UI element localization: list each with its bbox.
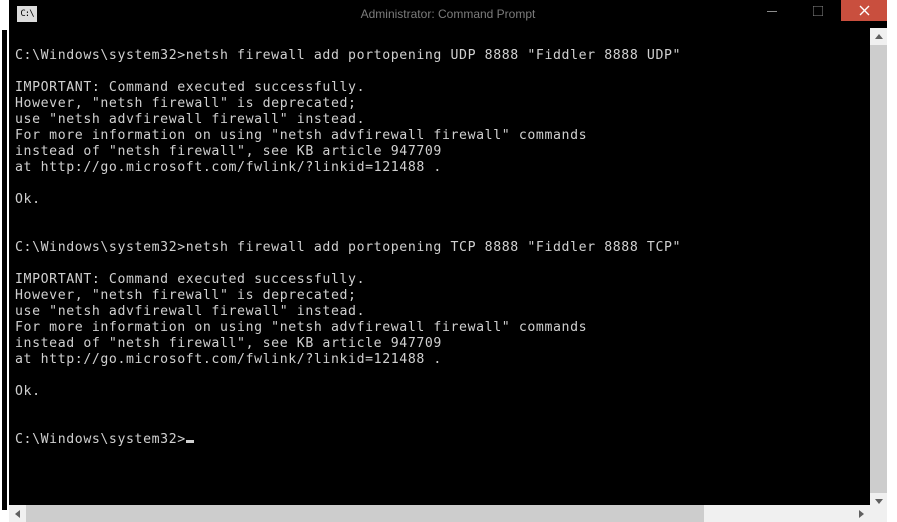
- titlebar[interactable]: C:\ Administrator: Command Prompt: [9, 0, 887, 28]
- window-controls: [749, 0, 887, 21]
- close-button[interactable]: [841, 0, 887, 21]
- scroll-right-arrow-icon[interactable]: [853, 505, 870, 522]
- horizontal-scrollbar[interactable]: [9, 505, 887, 522]
- vertical-scrollbar[interactable]: [870, 28, 887, 510]
- scrollbar-corner: [870, 505, 887, 522]
- minimize-button[interactable]: [749, 0, 795, 21]
- scroll-up-arrow-icon[interactable]: [870, 28, 887, 45]
- horizontal-scroll-thumb[interactable]: [26, 505, 704, 522]
- vertical-scroll-track[interactable]: [870, 45, 887, 493]
- scroll-left-arrow-icon[interactable]: [9, 505, 26, 522]
- maximize-button[interactable]: [795, 0, 841, 21]
- content-area: C:\Windows\system32>netsh firewall add p…: [9, 28, 887, 510]
- terminal-output[interactable]: C:\Windows\system32>netsh firewall add p…: [9, 28, 870, 510]
- maximize-icon: [813, 6, 823, 16]
- vertical-scroll-thumb[interactable]: [870, 45, 887, 493]
- page-left-edge: [0, 0, 9, 522]
- page-left-edge-fragment: [2, 30, 7, 510]
- close-icon: [859, 5, 870, 16]
- cursor: [186, 440, 194, 443]
- minimize-icon: [767, 6, 777, 16]
- window: C:\ Administrator: Command Prompt C:\Win…: [9, 0, 887, 510]
- horizontal-scroll-track[interactable]: [26, 505, 853, 522]
- system-menu-icon[interactable]: C:\: [17, 6, 37, 22]
